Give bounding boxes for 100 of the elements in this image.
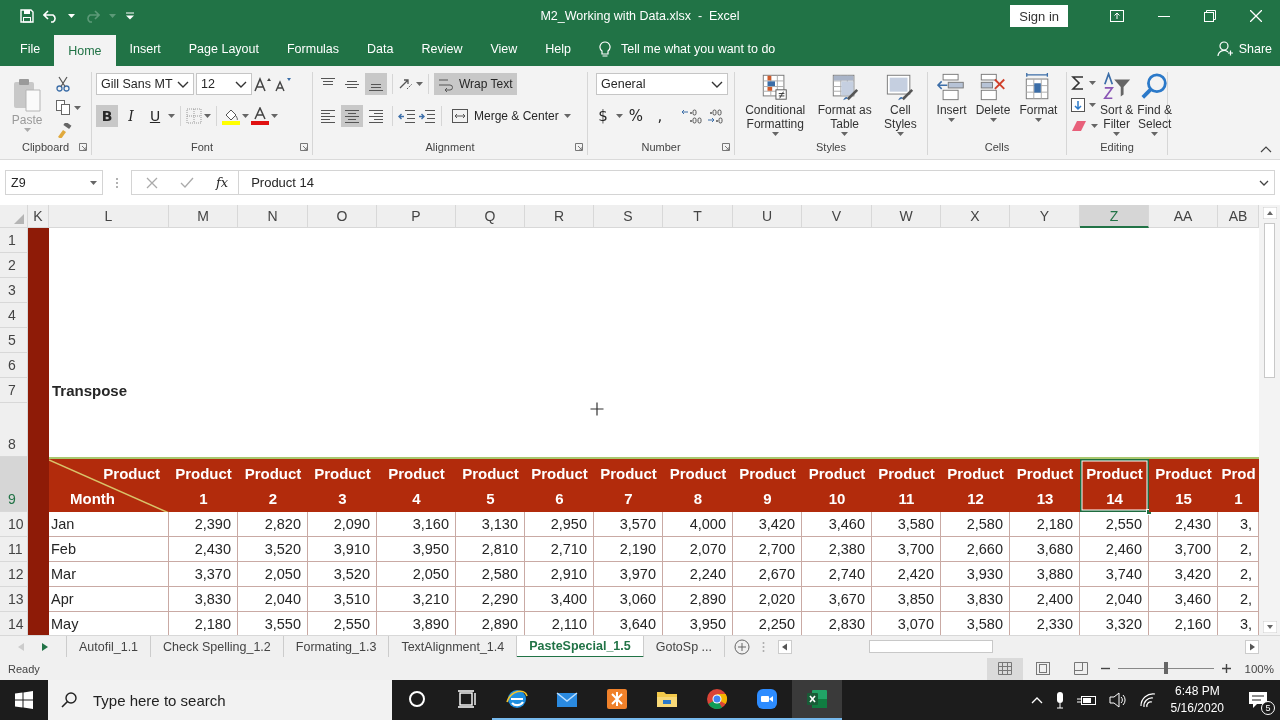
merge-and-center-button[interactable]: Merge & Center (447, 105, 575, 127)
percent-button[interactable]: % (625, 105, 647, 127)
caret-icon[interactable] (168, 114, 175, 118)
header-cell[interactable]: Product 3 (308, 457, 377, 512)
ribbon-tab[interactable]: Formulas (272, 32, 354, 66)
format-button[interactable]: Format (1017, 72, 1060, 139)
dialog-launcher-icon[interactable] (79, 143, 87, 151)
column-header[interactable]: AB (1218, 205, 1259, 228)
column-header[interactable]: R (525, 205, 594, 228)
merge-icon[interactable] (451, 108, 469, 124)
autosum-icon[interactable] (1071, 76, 1085, 90)
header-cell[interactable]: Product 12 (941, 457, 1010, 512)
restore-icon[interactable] (1204, 10, 1216, 22)
grip-icon[interactable] (762, 640, 765, 653)
header-cell[interactable]: Product 11 (872, 457, 941, 512)
header-cell[interactable]: Product 8 (663, 457, 733, 512)
notifications-button[interactable]: 5 (1236, 680, 1280, 720)
dialog-launcher-icon[interactable] (575, 143, 583, 151)
grip-icon[interactable] (115, 176, 119, 189)
ribbon-tab[interactable]: Data (353, 32, 408, 66)
caret-icon[interactable] (68, 14, 75, 18)
increase-indent-icon[interactable] (418, 108, 436, 124)
chevron-icon[interactable] (711, 80, 723, 88)
caret-icon[interactable] (74, 105, 82, 110)
copy-icon[interactable] (56, 100, 71, 115)
column-header[interactable]: S (594, 205, 663, 228)
add-sheet-icon[interactable] (734, 638, 750, 655)
sort-and-filter-button[interactable]: Sort & Filter (1098, 72, 1136, 139)
increase-decimal-icon[interactable] (681, 108, 705, 124)
caret-icon[interactable] (771, 132, 779, 136)
bold-button[interactable]: B (96, 105, 118, 127)
header-cell[interactable]: Product 4 (377, 457, 456, 512)
customize-icon[interactable] (125, 12, 135, 20)
header-cell[interactable]: Product 6 (525, 457, 594, 512)
scroll-left-button[interactable] (778, 639, 792, 654)
scroll-thumb[interactable] (1264, 223, 1275, 378)
number-format-field[interactable]: General (596, 73, 728, 95)
zoom-slider-thumb[interactable] (1163, 662, 1168, 674)
wrap-text-button[interactable]: Wrap Text (434, 73, 517, 95)
header-cell[interactable]: Product 9 (733, 457, 802, 512)
collapse-ribbon-icon[interactable] (1260, 146, 1272, 153)
header-cell[interactable]: Product 10 (802, 457, 872, 512)
fill-color-icon[interactable] (222, 107, 240, 125)
scroll-right-button[interactable] (1245, 639, 1259, 654)
row-header[interactable]: 7 (0, 378, 28, 403)
row-header[interactable]: 12 (0, 562, 28, 587)
row-header[interactable]: 9 (0, 457, 28, 512)
sheet-tab[interactable]: PasteSpecial_1.5 (517, 635, 644, 658)
orientation-icon[interactable] (398, 76, 414, 92)
header-cell[interactable]: Product 1 (169, 457, 238, 512)
column-header[interactable]: K (28, 205, 49, 228)
comma-style-button[interactable]: , (649, 105, 671, 127)
caret-icon[interactable] (948, 118, 956, 122)
row-header[interactable]: 11 (0, 537, 28, 562)
conditional-formatting-button[interactable]: Conditional Formatting (743, 72, 808, 139)
find-and-select-button[interactable]: Find & Select (1135, 72, 1175, 139)
scroll-down-button[interactable] (1262, 621, 1277, 633)
caret-icon[interactable] (896, 132, 904, 136)
microphone-icon[interactable] (1054, 691, 1065, 709)
lightbulb-icon[interactable] (599, 40, 612, 58)
ribbon-tab[interactable]: Review (407, 32, 477, 66)
ribbon-tab[interactable]: Page Layout (174, 32, 273, 66)
ribbon-tab[interactable]: Home (54, 35, 116, 66)
format-as-table-button[interactable]: Format as Table (815, 72, 874, 139)
ribbon-tab[interactable]: View (476, 32, 532, 66)
fill-down-icon[interactable] (1071, 98, 1085, 112)
chevron-icon[interactable] (177, 80, 189, 88)
row-header[interactable]: 2 (0, 253, 28, 278)
caret-icon[interactable] (616, 114, 623, 118)
header-cell[interactable]: Product 7 (594, 457, 663, 512)
dialog-launcher-icon[interactable] (722, 143, 730, 151)
italic-button[interactable]: I (120, 105, 142, 127)
cell-styles-button[interactable]: Cell Styles (882, 72, 919, 139)
font-name-field[interactable]: Gill Sans MT (96, 73, 194, 95)
column-header[interactable]: N (238, 205, 308, 228)
zoom-level[interactable]: 100% (1244, 662, 1274, 675)
column-header[interactable]: Y (1010, 205, 1080, 228)
caret-icon[interactable] (1034, 118, 1042, 122)
column-header[interactable]: Q (456, 205, 525, 228)
clock-time[interactable]: 6:48 PM (1174, 683, 1220, 700)
increase-font-size-icon[interactable] (254, 76, 272, 92)
header-cell[interactable]: Product 15 (1149, 457, 1218, 512)
caret-icon[interactable] (989, 118, 997, 122)
caret-icon[interactable] (1151, 132, 1159, 136)
caret-icon[interactable] (1089, 103, 1096, 107)
wifi-icon[interactable] (1138, 692, 1157, 708)
scroll-up-button[interactable] (1262, 207, 1277, 219)
header-cell[interactable]: Prod 1 (1218, 457, 1259, 512)
expand-formula-icon[interactable] (1259, 179, 1269, 186)
column-header[interactable]: V (802, 205, 872, 228)
sign-in-button[interactable]: Sign in (1010, 5, 1068, 27)
row-header[interactable]: 4 (0, 303, 28, 328)
row-header[interactable]: 1 (0, 228, 28, 253)
font-color-icon[interactable] (251, 107, 269, 125)
header-cell[interactable]: Product 5 (456, 457, 525, 512)
header-cell[interactable]: Product 14 (1080, 457, 1149, 512)
caret-icon[interactable] (841, 132, 849, 136)
row-header[interactable]: 14 (0, 612, 28, 635)
insert-function-button[interactable]: fx (216, 175, 229, 190)
caret-icon[interactable] (204, 114, 211, 118)
